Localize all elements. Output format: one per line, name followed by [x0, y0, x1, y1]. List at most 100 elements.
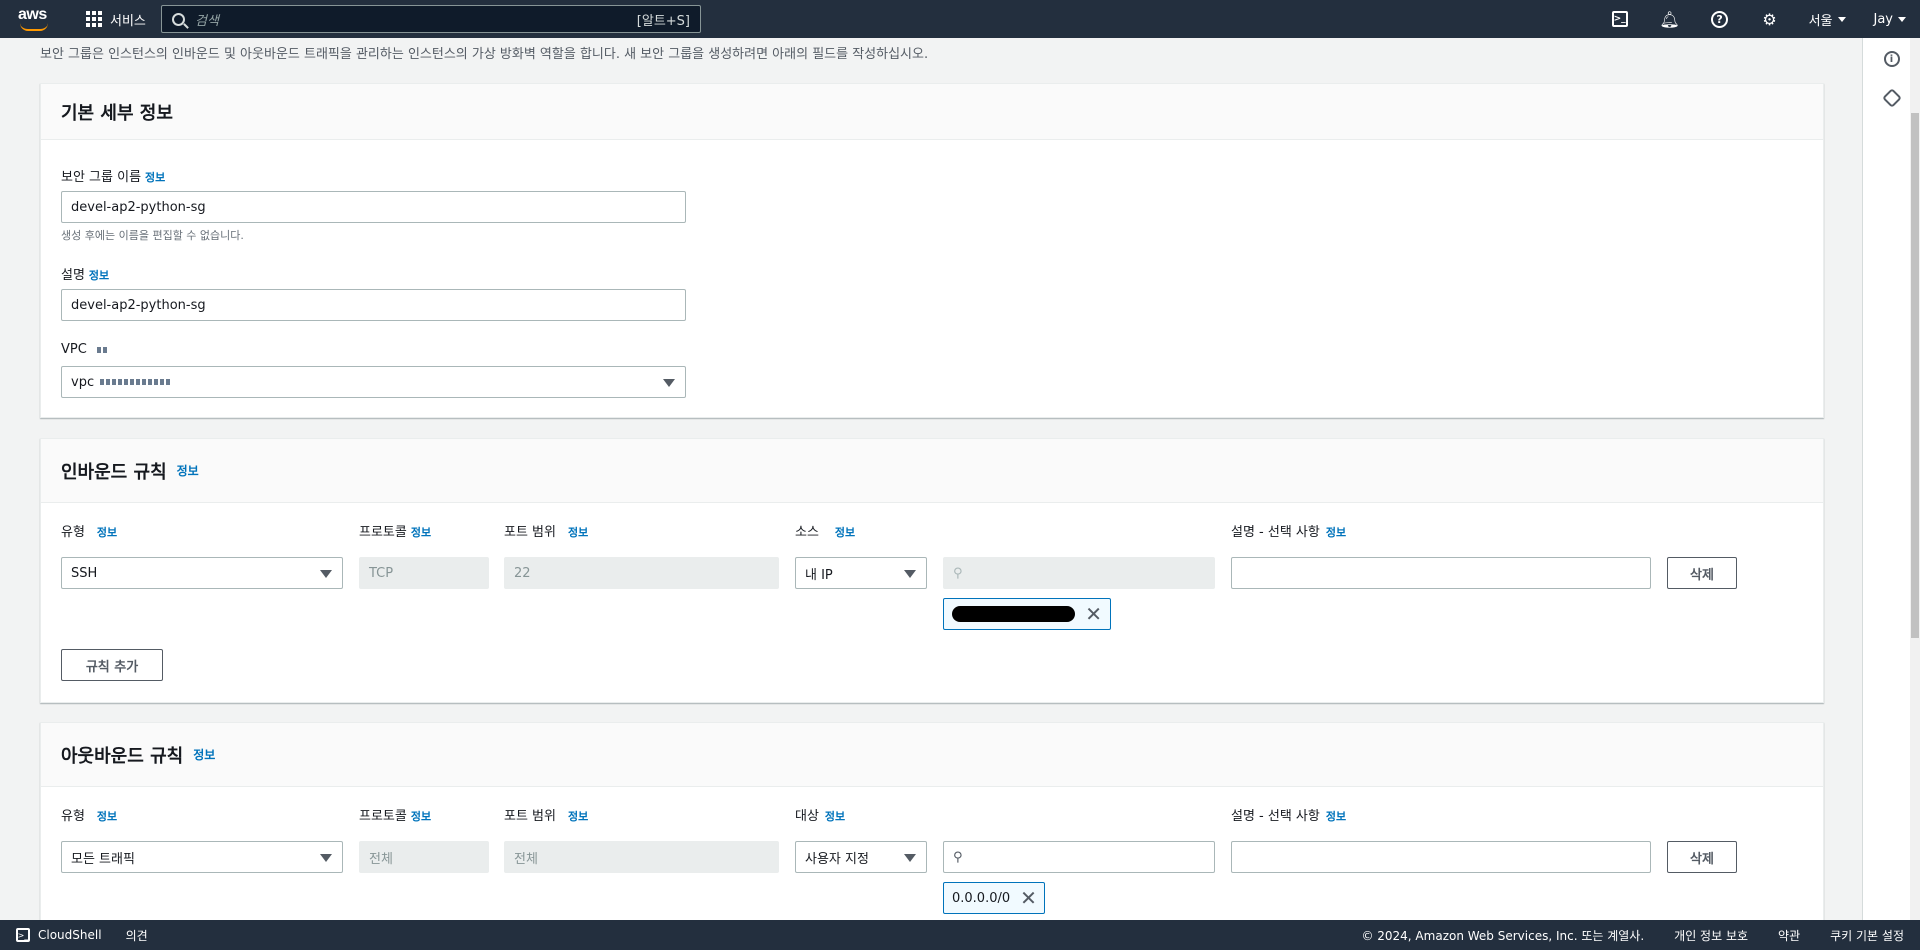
- basic-details-panel: 기본 세부 정보 보안 그룹 이름 정보 devel-ap2-python-sg …: [40, 83, 1824, 418]
- chevron-down-icon: [1898, 16, 1906, 22]
- vpc-value: vpc: [71, 374, 95, 390]
- search-icon: ⚲: [953, 565, 963, 581]
- region-label: 서울: [1808, 13, 1833, 29]
- search-icon: ⚲: [953, 849, 963, 865]
- inbound-type-select[interactable]: SSH: [61, 557, 343, 589]
- chevron-down-icon: [663, 379, 675, 387]
- col-description: 설명 - 선택 사항 정보: [1231, 525, 1347, 540]
- info-link[interactable]: 정보: [568, 526, 588, 539]
- info-panel-icon[interactable]: i: [1883, 51, 1900, 67]
- search-placeholder: 검색: [195, 13, 219, 29]
- add-rule-button[interactable]: 규칙 추가: [61, 649, 163, 681]
- info-link[interactable]: 정보: [89, 269, 109, 282]
- col-protocol: 프로토콜 정보: [359, 809, 432, 824]
- chevron-down-icon: [904, 570, 916, 578]
- col-destination: 대상 정보: [795, 809, 846, 824]
- cloudshell-icon[interactable]: >_: [1595, 0, 1645, 38]
- outbound-port-field: 전체: [504, 841, 779, 873]
- scrollbar-thumb[interactable]: [1911, 113, 1919, 638]
- inbound-protocol-field: TCP: [359, 557, 489, 589]
- redacted-info-icon: [96, 346, 107, 353]
- col-type: 유형 정보: [61, 525, 118, 540]
- outbound-header: 아웃바운드 규칙 정보: [41, 723, 1823, 787]
- info-link[interactable]: 정보: [568, 810, 588, 823]
- vpc-label: VPC: [61, 342, 107, 357]
- sg-name-input[interactable]: devel-ap2-python-sg: [61, 191, 686, 223]
- panel-title: 아웃바운드 규칙: [61, 745, 184, 767]
- info-link[interactable]: 정보: [411, 810, 431, 823]
- redacted-vpc-id: [100, 379, 171, 385]
- info-link[interactable]: 정보: [825, 810, 845, 823]
- user-label: Jay: [1873, 11, 1894, 27]
- help-icon[interactable]: ?: [1695, 0, 1745, 38]
- cloudshell-icon: >_: [16, 928, 30, 942]
- terms-link[interactable]: 약관: [1778, 927, 1800, 944]
- info-link[interactable]: 정보: [145, 171, 165, 184]
- chevron-down-icon: [904, 854, 916, 862]
- info-link[interactable]: 정보: [1326, 526, 1346, 539]
- top-navigation: aws 서비스 검색 [알트+S] >_ 🔔︎ ? ⚙ 서울 Jay: [0, 0, 1920, 38]
- info-link[interactable]: 정보: [97, 810, 117, 823]
- info-link[interactable]: 정보: [835, 526, 855, 539]
- info-link[interactable]: 정보: [97, 526, 117, 539]
- col-description: 설명 - 선택 사항 정보: [1231, 809, 1347, 824]
- search-input[interactable]: 검색 [알트+S]: [161, 5, 701, 33]
- panel-title: 기본 세부 정보: [61, 102, 173, 124]
- outbound-type-select[interactable]: 모든 트래픽: [61, 841, 343, 873]
- aws-logo[interactable]: aws: [18, 6, 52, 32]
- inbound-port-field: 22: [504, 557, 779, 589]
- inbound-delete-button[interactable]: 삭제: [1667, 557, 1737, 589]
- outbound-rules-panel: 아웃바운드 규칙 정보 유형 정보 프로토콜 정보 포트 범위 정보 대상 정보 설명 …: [40, 722, 1824, 922]
- page-description: 보안 그룹은 인스턴스의 인바운드 및 아웃바운드 트래픽을 관리하는 인스턴스…: [40, 47, 929, 62]
- vpc-select[interactable]: vpc: [61, 366, 686, 398]
- col-port: 포트 범위 정보: [504, 809, 589, 824]
- chevron-down-icon: [320, 854, 332, 862]
- info-link[interactable]: 정보: [177, 462, 199, 479]
- info-link[interactable]: 정보: [1326, 810, 1346, 823]
- privacy-link[interactable]: 개인 정보 보호: [1674, 927, 1748, 944]
- settings-panel-icon[interactable]: [1881, 88, 1902, 108]
- chevron-down-icon: [320, 570, 332, 578]
- cookie-preferences-link[interactable]: 쿠키 기본 설정: [1830, 927, 1904, 944]
- inbound-cidr-search[interactable]: ⚲: [943, 557, 1215, 589]
- source-ip-token: ✕: [943, 598, 1111, 630]
- services-label: 서비스: [110, 13, 146, 29]
- cidr-token: 0.0.0.0/0 ✕: [943, 882, 1045, 914]
- cloudshell-button[interactable]: >_ CloudShell: [16, 928, 102, 942]
- description-label: 설명 정보: [61, 268, 110, 283]
- outbound-delete-button[interactable]: 삭제: [1667, 841, 1737, 873]
- chevron-down-icon: [1837, 16, 1846, 22]
- basic-details-header: 기본 세부 정보: [41, 84, 1823, 140]
- user-menu[interactable]: Jay: [1860, 12, 1920, 27]
- outbound-description-input[interactable]: [1231, 841, 1651, 873]
- col-type: 유형 정보: [61, 809, 118, 824]
- search-icon: [172, 12, 185, 26]
- description-input[interactable]: devel-ap2-python-sg: [61, 289, 686, 321]
- inbound-rules-panel: 인바운드 규칙 정보 유형 정보 프로토콜 정보 포트 범위 정보 소스 정보 설명 -…: [40, 438, 1824, 703]
- close-icon[interactable]: ✕: [1085, 604, 1102, 624]
- feedback-link[interactable]: 의견: [126, 927, 148, 944]
- inbound-description-input[interactable]: [1231, 557, 1651, 589]
- outbound-protocol-field: 전체: [359, 841, 489, 873]
- panel-title: 인바운드 규칙: [61, 461, 167, 483]
- footer: >_ CloudShell 의견 © 2024, Amazon Web Serv…: [0, 920, 1920, 950]
- info-link[interactable]: 정보: [411, 526, 431, 539]
- page-scrollbar[interactable]: [1910, 38, 1920, 920]
- redacted-ip: [952, 606, 1076, 622]
- region-selector[interactable]: 서울: [1795, 10, 1860, 29]
- info-link[interactable]: 정보: [193, 746, 215, 763]
- col-port: 포트 범위 정보: [504, 525, 589, 540]
- search-shortcut: [알트+S]: [636, 13, 690, 29]
- sg-name-label: 보안 그룹 이름 정보: [61, 170, 166, 185]
- col-protocol: 프로토콜 정보: [359, 525, 432, 540]
- services-menu-button[interactable]: 서비스: [86, 10, 146, 29]
- close-icon[interactable]: ✕: [1020, 888, 1037, 908]
- copyright: © 2024, Amazon Web Services, Inc. 또는 계열사…: [1361, 928, 1645, 943]
- col-source: 소스 정보: [795, 525, 856, 540]
- bell-icon[interactable]: 🔔︎: [1645, 0, 1695, 38]
- inbound-source-select[interactable]: 내 IP: [795, 557, 927, 589]
- outbound-cidr-search[interactable]: ⚲: [943, 841, 1215, 873]
- gear-icon[interactable]: ⚙: [1745, 0, 1795, 38]
- inbound-header: 인바운드 규칙 정보: [41, 439, 1823, 503]
- outbound-destination-select[interactable]: 사용자 지정: [795, 841, 927, 873]
